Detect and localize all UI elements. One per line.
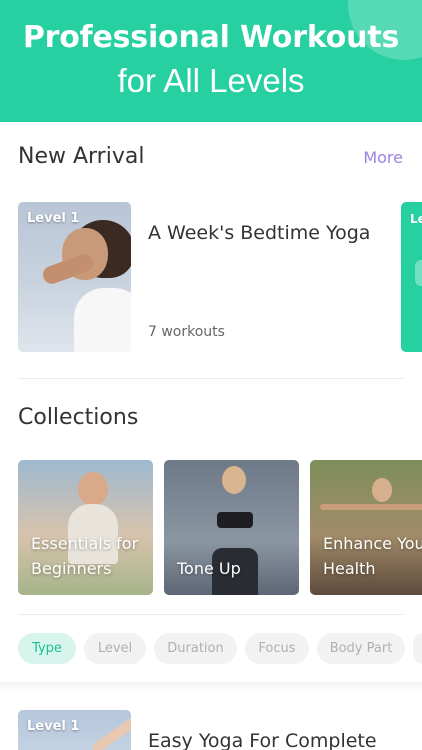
photo-shape — [217, 512, 253, 528]
card-title: Easy Yoga For Complete — [148, 730, 377, 750]
new-arrival-title: New Arrival — [18, 144, 145, 169]
filter-chip-more[interactable] — [413, 633, 422, 664]
photo-shape — [222, 466, 246, 494]
main-content: New Arrival More Level 1 A Week's Bedtim… — [0, 122, 422, 750]
collection-essentials-for-beginners[interactable]: Essentials for Beginners — [18, 460, 153, 595]
filter-chip-duration[interactable]: Duration — [154, 633, 237, 664]
bedtime-yoga-thumbnail: Level 1 — [18, 202, 131, 352]
level-badge: Le — [410, 212, 422, 226]
card-title: A Week's Bedtime Yoga — [148, 222, 371, 244]
collection-enhance-your-health[interactable]: Enhance Your Health — [310, 460, 422, 595]
easy-yoga-thumbnail: Level 1 — [18, 710, 131, 750]
collections-title: Collections — [18, 405, 139, 430]
level-badge: Level 1 — [27, 719, 80, 734]
collection-label: Enhance Your Health — [323, 534, 422, 578]
photo-shape — [320, 504, 422, 510]
play-icon — [415, 260, 422, 286]
photo-shape — [372, 478, 392, 502]
workout-count: 7 workouts — [148, 324, 225, 340]
filter-chip-type[interactable]: Type — [18, 633, 76, 664]
collection-label: Tone Up — [177, 559, 241, 578]
section-separator — [0, 682, 422, 692]
photo-shape — [78, 472, 108, 506]
collection-tone-up[interactable]: Tone Up — [164, 460, 299, 595]
hero-title: Professional Workouts — [22, 20, 400, 55]
collection-label: Essentials for Beginners — [31, 534, 139, 578]
more-link[interactable]: More — [363, 148, 403, 167]
hero-banner: Professional Workouts for All Levels — [0, 0, 422, 122]
filter-chip-focus[interactable]: Focus — [245, 633, 309, 664]
photo-shape — [74, 288, 131, 352]
divider — [18, 378, 404, 379]
photo-shape — [90, 711, 131, 750]
filter-chip-body-part[interactable]: Body Part — [317, 633, 405, 664]
hero-subtitle: for All Levels — [117, 62, 305, 99]
next-arrival-card[interactable]: Le — [401, 202, 422, 352]
level-badge: Level 1 — [27, 211, 80, 226]
divider — [18, 614, 404, 615]
filter-chip-level[interactable]: Level — [84, 633, 146, 664]
